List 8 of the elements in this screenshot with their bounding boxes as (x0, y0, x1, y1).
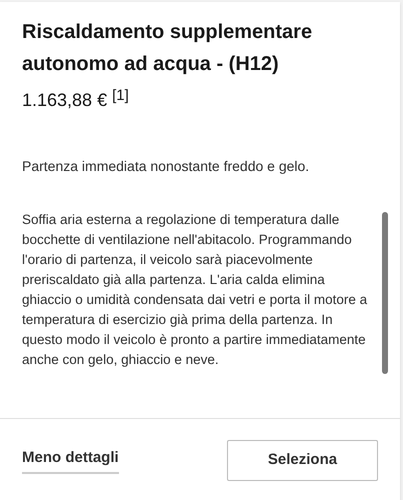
select-button[interactable]: Seleziona (227, 440, 378, 481)
scrollbar-thumb[interactable] (382, 212, 388, 374)
less-details-link[interactable]: Meno dettagli (22, 447, 119, 474)
footnote-link[interactable]: [1] (112, 88, 129, 104)
product-description: Soffia aria esterna a regolazione di temperatura dalle bocchette di ventilazione nell'abitacolo. Programmando l'orario di partenza, il veicolo sarà piacevolmente preriscaldato già alla partenza. L'aria calda elimina ghiaccio o umidità condensata dai vetri e porta il motore a temperatura di esercizio già prima della partenza. In questo modo il veicolo è pronto a partire immediatamente anche con gelo, ghiaccio e neve. (22, 211, 368, 369)
product-title: Riscaldamento supplementare autonomo ad acqua - (H12) (22, 20, 314, 77)
product-price: 1.163,88 € (22, 89, 108, 112)
product-tagline: Partenza immediata nonostante freddo e gelo. (22, 157, 310, 176)
